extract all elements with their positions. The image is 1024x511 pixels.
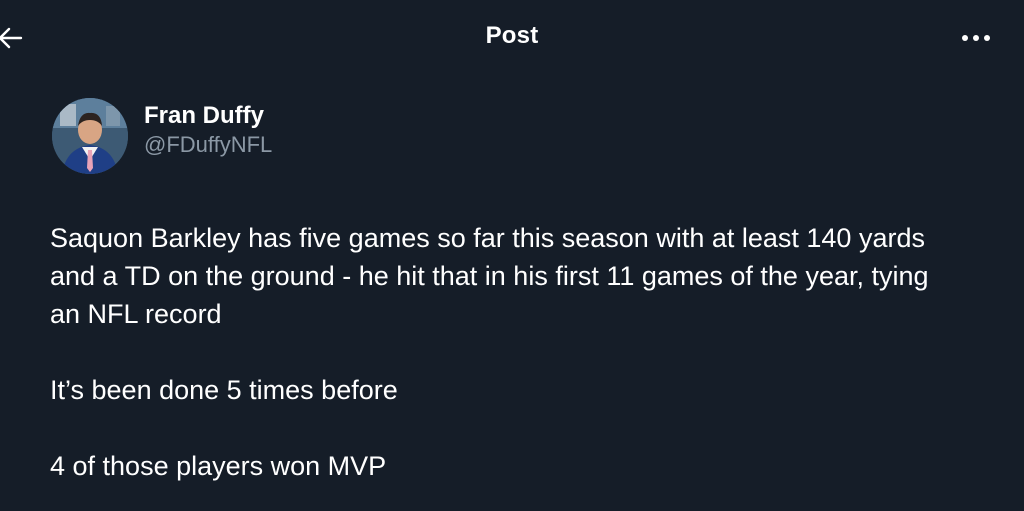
more-horizontal-icon <box>962 35 990 41</box>
post-paragraph: It’s been done 5 times before <box>50 375 398 405</box>
avatar[interactable] <box>52 98 128 174</box>
top-bar: Post <box>0 0 1024 76</box>
page-title: Post <box>485 22 539 49</box>
author-display-name[interactable]: Fran Duffy <box>144 101 272 131</box>
author-names: Fran Duffy @FDuffyNFL <box>144 101 272 159</box>
post-paragraph: Saquon Barkley has five games so far thi… <box>50 223 929 329</box>
avatar-photo <box>52 98 128 174</box>
post-paragraph: 4 of those players won MVP <box>50 451 387 481</box>
post-text: Saquon Barkley has five games so far thi… <box>50 219 930 485</box>
post-author: Fran Duffy @FDuffyNFL <box>52 96 272 176</box>
more-options-button[interactable] <box>958 24 994 52</box>
author-handle[interactable]: @FDuffyNFL <box>144 131 272 159</box>
